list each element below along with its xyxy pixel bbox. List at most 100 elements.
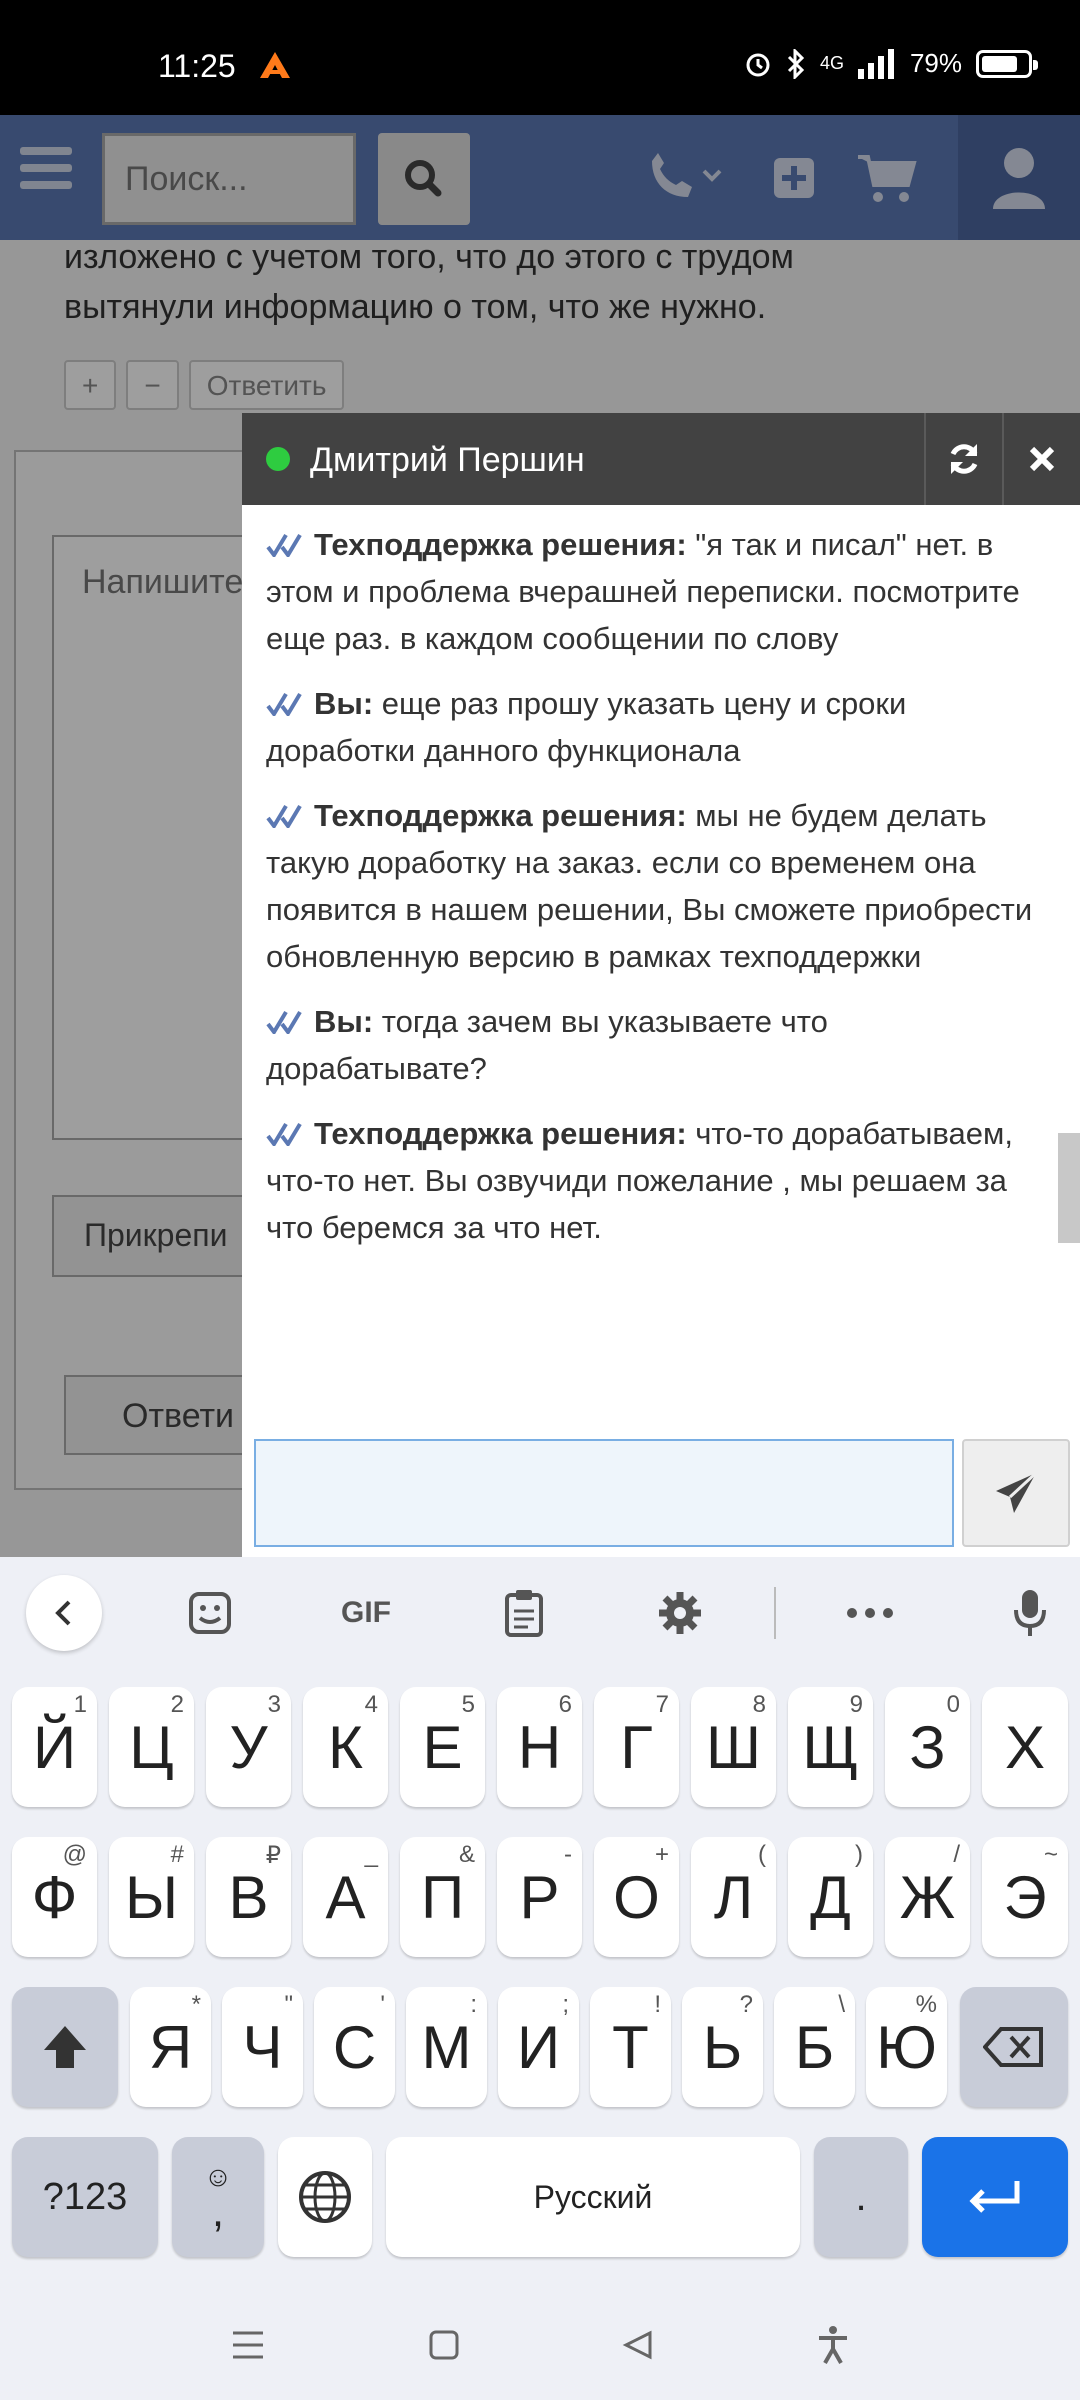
symbols-key[interactable]: ?123 bbox=[12, 2137, 158, 2257]
key-с[interactable]: С ' bbox=[314, 1987, 395, 2107]
add-icon[interactable] bbox=[772, 156, 816, 200]
key-з[interactable]: З0 bbox=[885, 1687, 970, 1807]
key-д[interactable]: Д) bbox=[788, 1837, 873, 1957]
key-в[interactable]: В ₽ bbox=[206, 1837, 291, 1957]
read-check-icon bbox=[266, 533, 302, 557]
network-type: 4G bbox=[819, 53, 844, 73]
minus-button[interactable]: − bbox=[126, 360, 179, 410]
reply-link-button[interactable]: Ответить bbox=[188, 360, 345, 410]
chat-message: Вы: тогда зачем вы указываете что дораба… bbox=[266, 998, 1044, 1092]
space-key[interactable]: Русский bbox=[386, 2137, 800, 2257]
system-nav-bar bbox=[0, 2289, 1080, 2400]
globe-icon bbox=[299, 2171, 351, 2223]
key-я[interactable]: Я * bbox=[130, 1987, 211, 2107]
key-м[interactable]: М: bbox=[406, 1987, 487, 2107]
phone-icon[interactable] bbox=[646, 152, 732, 203]
key-а[interactable]: А _ bbox=[303, 1837, 388, 1957]
search-button[interactable] bbox=[378, 133, 470, 225]
bluetooth-icon bbox=[787, 48, 805, 79]
comma-emoji-key[interactable]: ☺ , bbox=[172, 2137, 264, 2257]
recent-apps-icon[interactable] bbox=[231, 2330, 265, 2360]
plus-button[interactable]: + bbox=[64, 360, 117, 410]
key-ю[interactable]: Ю% bbox=[866, 1987, 947, 2107]
attach-button[interactable]: Прикрепи bbox=[52, 1195, 272, 1277]
key-п[interactable]: П & bbox=[400, 1837, 485, 1957]
sticker-icon[interactable] bbox=[180, 1581, 240, 1645]
refresh-button[interactable] bbox=[924, 413, 1002, 505]
read-check-icon bbox=[266, 804, 302, 828]
more-options-icon[interactable] bbox=[840, 1581, 900, 1645]
user-menu[interactable] bbox=[958, 115, 1080, 240]
status-time: 11:25 bbox=[158, 48, 236, 84]
app-notification-icon bbox=[260, 52, 290, 78]
battery-icon bbox=[976, 49, 1038, 78]
online-status-indicator bbox=[266, 447, 290, 471]
enter-key[interactable] bbox=[922, 2137, 1068, 2257]
send-message-button[interactable] bbox=[962, 1439, 1070, 1547]
backspace-key[interactable] bbox=[960, 1987, 1068, 2107]
chevron-left-icon bbox=[55, 1600, 71, 1626]
settings-gear-icon[interactable] bbox=[650, 1581, 710, 1645]
key-ш[interactable]: Ш8 bbox=[691, 1687, 776, 1807]
accessibility-icon[interactable] bbox=[817, 2325, 849, 2365]
search-input[interactable]: Поиск... bbox=[102, 133, 356, 225]
message-author: Вы: bbox=[314, 1004, 374, 1039]
key-г[interactable]: Г7 bbox=[594, 1687, 679, 1807]
top-navbar: Поиск... bbox=[0, 115, 1080, 240]
key-ь[interactable]: Ь? bbox=[682, 1987, 763, 2107]
home-icon[interactable] bbox=[428, 2329, 460, 2361]
enter-arrow-icon bbox=[969, 2181, 1020, 2213]
post-actions: + − Ответить bbox=[64, 360, 345, 410]
chat-message: Техподдержка решения: "я так и писал" не… bbox=[266, 521, 1044, 662]
language-key[interactable] bbox=[278, 2137, 372, 2257]
user-icon bbox=[993, 147, 1045, 209]
back-icon[interactable] bbox=[622, 2329, 654, 2361]
key-л[interactable]: Л( bbox=[691, 1837, 776, 1957]
keyboard-back-button[interactable] bbox=[26, 1575, 102, 1651]
status-bar: 11:25 4G 79% bbox=[0, 0, 1080, 115]
key-р[interactable]: Р- bbox=[497, 1837, 582, 1957]
read-check-icon bbox=[266, 1010, 302, 1034]
key-ж[interactable]: Ж / bbox=[885, 1837, 970, 1957]
key-ч[interactable]: Ч " bbox=[222, 1987, 303, 2107]
hamburger-menu-icon[interactable] bbox=[20, 147, 72, 193]
chat-message: Техподдержка решения: мы не будем делать… bbox=[266, 792, 1044, 980]
key-е[interactable]: Е5 bbox=[400, 1687, 485, 1807]
key-э[interactable]: Э ~ bbox=[982, 1837, 1068, 1957]
key-ы[interactable]: Ы # bbox=[109, 1837, 194, 1957]
chat-message-input[interactable] bbox=[254, 1439, 954, 1547]
message-author: Техподдержка решения: bbox=[314, 527, 687, 562]
chat-messages: Техподдержка решения: "я так и писал" не… bbox=[266, 521, 1044, 1269]
keyboard-toolbar: GIF bbox=[0, 1557, 1080, 1669]
key-и[interactable]: И; bbox=[498, 1987, 579, 2107]
post-text: изложено с учетом того, что до этого с т… bbox=[64, 238, 794, 326]
shift-arrow-icon bbox=[44, 2026, 86, 2068]
close-chat-button[interactable] bbox=[1002, 413, 1080, 505]
key-ф[interactable]: Ф @ bbox=[12, 1837, 97, 1957]
key-щ[interactable]: Щ9 bbox=[788, 1687, 873, 1807]
message-author: Техподдержка решения: bbox=[314, 1116, 687, 1151]
key-х[interactable]: Х bbox=[982, 1687, 1068, 1807]
cart-icon[interactable] bbox=[856, 153, 918, 203]
key-н[interactable]: Н6 bbox=[497, 1687, 582, 1807]
key-о[interactable]: О + bbox=[594, 1837, 679, 1957]
key-к[interactable]: К4 bbox=[303, 1687, 388, 1807]
key-т[interactable]: Т! bbox=[590, 1987, 671, 2107]
shift-key[interactable] bbox=[12, 1987, 118, 2107]
reply-textarea[interactable]: Напишите bbox=[52, 535, 272, 1140]
gif-button[interactable]: GIF bbox=[328, 1581, 404, 1645]
chat-message: Вы: еще раз прошу указать цену и сроки д… bbox=[266, 680, 1044, 774]
chat-contact-name: Дмитрий Першин bbox=[310, 441, 585, 479]
chat-scrollbar[interactable] bbox=[1058, 1133, 1080, 1243]
refresh-icon bbox=[950, 444, 978, 474]
microphone-icon[interactable] bbox=[1000, 1581, 1060, 1645]
chat-header: Дмитрий Першин bbox=[242, 413, 1080, 505]
key-й[interactable]: Й1 bbox=[12, 1687, 97, 1807]
key-у[interactable]: У3 bbox=[206, 1687, 291, 1807]
clipboard-icon[interactable] bbox=[494, 1581, 554, 1645]
read-check-icon bbox=[266, 1122, 302, 1146]
onscreen-keyboard: GIF Й1 Ц2 У3 К4 Е5 Н6 Г7 Ш8 Щ9 З0 Х Ф @ Ы… bbox=[0, 1557, 1080, 2289]
period-key[interactable]: . bbox=[814, 2137, 908, 2257]
key-б[interactable]: Б \ bbox=[774, 1987, 855, 2107]
key-ц[interactable]: Ц2 bbox=[109, 1687, 194, 1807]
